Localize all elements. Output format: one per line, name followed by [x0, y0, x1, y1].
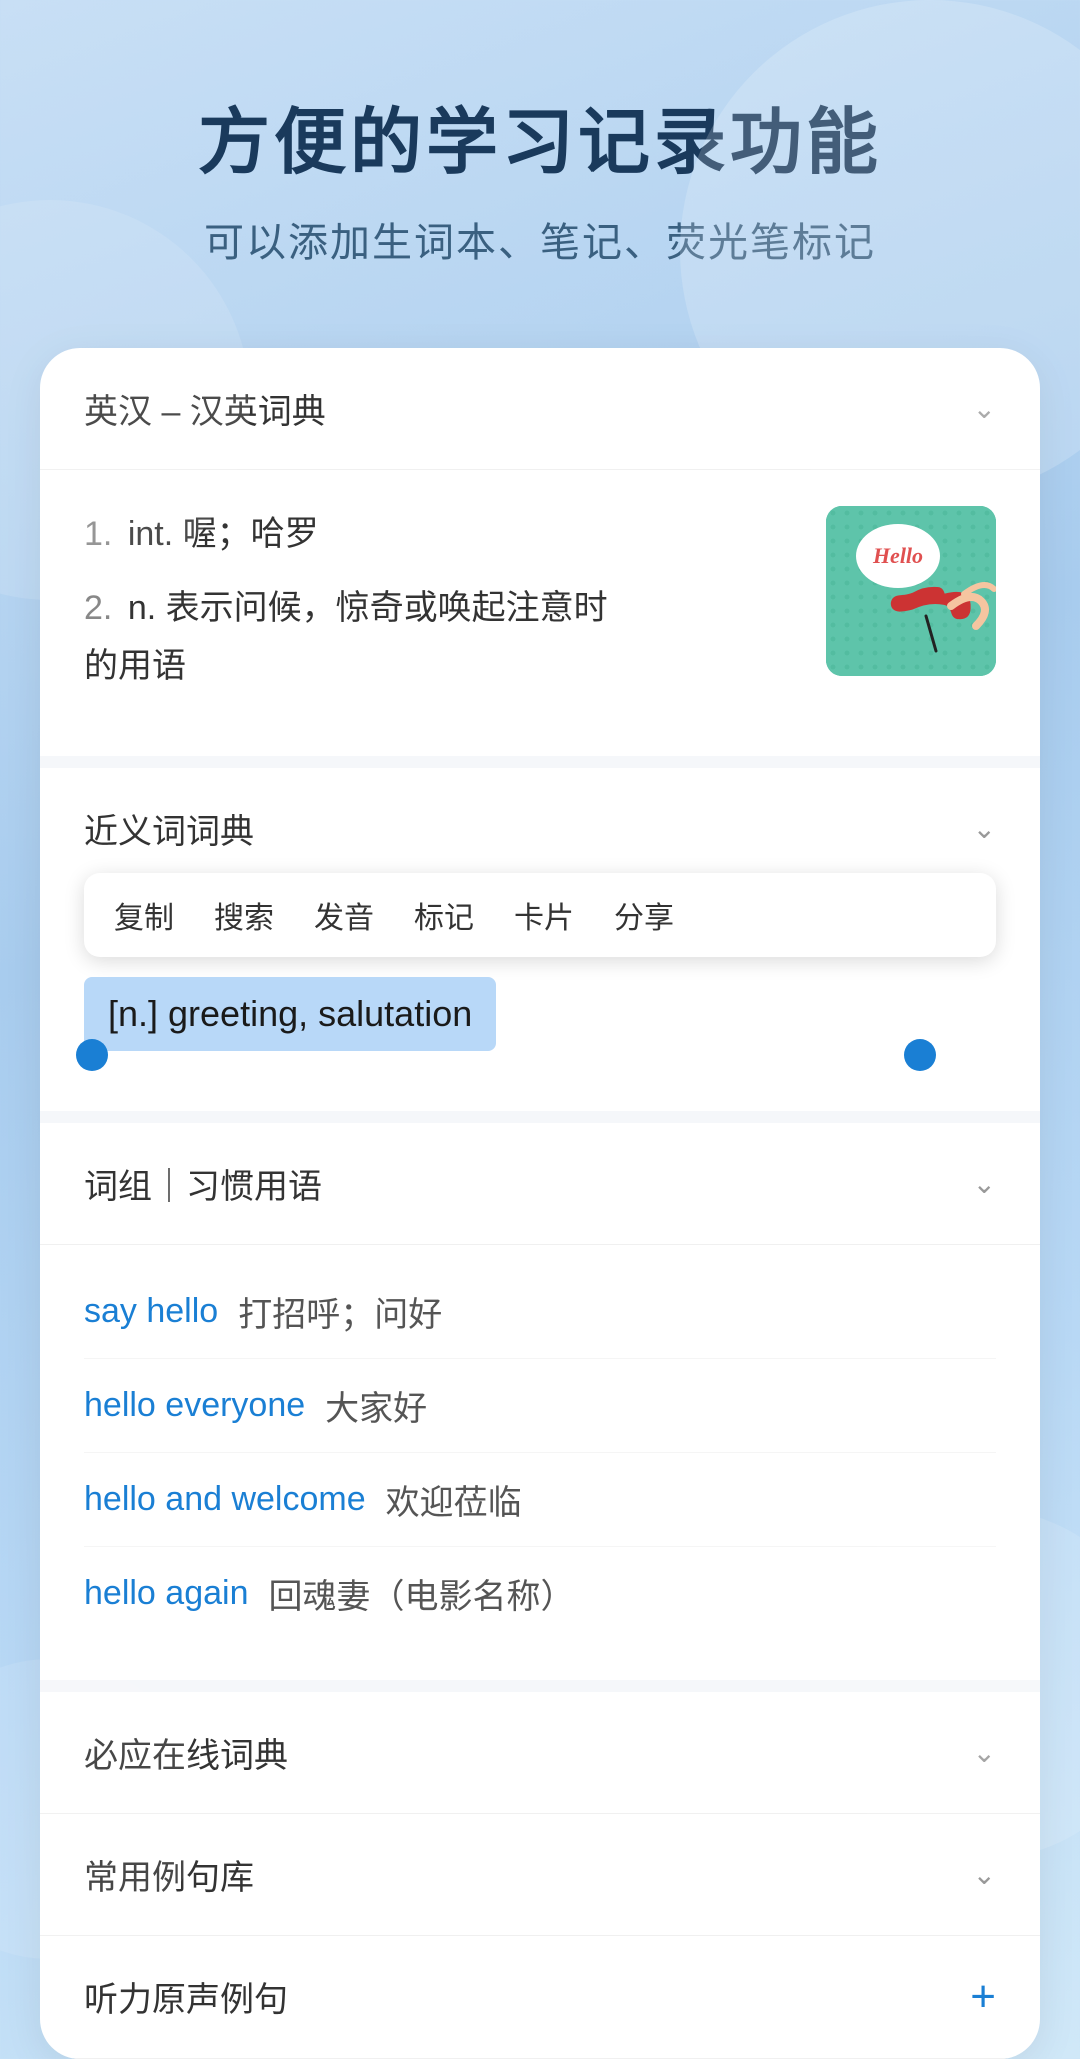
context-menu-share[interactable]: 分享	[614, 893, 674, 937]
def-num-1: 1.	[84, 515, 112, 553]
bing-dict-title: 必应在线词典	[84, 1728, 288, 1777]
selection-handle-right	[904, 1039, 936, 1071]
context-menu-search[interactable]: 搜索	[214, 893, 274, 937]
phrase-zh-1: 打招呼；问好	[238, 1287, 442, 1336]
dict-section-title: 英汉 – 汉英词典	[84, 384, 326, 433]
phrase-en-2: hello everyone	[84, 1386, 305, 1425]
phrase-zh-3: 欢迎莅临	[386, 1475, 522, 1524]
dict-def-2: 2. n. 表示问候，惊奇或唤起注意时的用语	[84, 580, 796, 696]
common-sentences-title: 常用例句库	[84, 1850, 254, 1899]
phrase-row-3[interactable]: hello and welcome 欢迎莅临	[84, 1453, 996, 1547]
synonym-chevron-up-icon: ⌄	[973, 812, 996, 845]
phrase-row-4[interactable]: hello again 回魂妻（电影名称）	[84, 1547, 996, 1640]
selected-text: [n.] greeting, salutation	[84, 977, 496, 1051]
sub-title: 可以添加生词本、笔记、荧光笔标记	[80, 210, 1000, 268]
context-menu-card[interactable]: 卡片	[514, 893, 574, 937]
svg-text:Hello: Hello	[872, 543, 923, 568]
audio-sentences-plus-icon: +	[970, 1972, 996, 2022]
dict-definitions: 1. int. 喔；哈罗 2. n. 表示问候，惊奇或唤起注意时的用语	[84, 506, 826, 711]
dict-content: 1. int. 喔；哈罗 2. n. 表示问候，惊奇或唤起注意时的用语	[40, 470, 1040, 767]
selection-area: [n.] greeting, salutation	[84, 977, 996, 1051]
hello-bg-svg: Hello	[826, 506, 996, 676]
audio-sentences-title: 听力原声例句	[84, 1972, 288, 2021]
phrase-row-2[interactable]: hello everyone 大家好	[84, 1359, 996, 1453]
phrases-section: 词组｜习惯用语 ⌄ say hello 打招呼；问好 hello everyon…	[40, 1123, 1040, 1692]
def-num-2: 2.	[84, 589, 112, 627]
phrase-en-3: hello and welcome	[84, 1480, 366, 1519]
def-pos-2: n.	[128, 589, 166, 627]
header-section: 方便的学习记录功能 可以添加生词本、笔记、荧光笔标记	[0, 0, 1080, 328]
phrases-section-title: 词组｜习惯用语	[84, 1159, 322, 1208]
bing-dict-section[interactable]: 必应在线词典 ⌄	[40, 1692, 1040, 1814]
phrase-row-1[interactable]: say hello 打招呼；问好	[84, 1265, 996, 1359]
phrases-content: say hello 打招呼；问好 hello everyone 大家好 hell…	[40, 1245, 1040, 1680]
common-sentences-section[interactable]: 常用例句库 ⌄	[40, 1814, 1040, 1936]
context-menu-mark[interactable]: 标记	[414, 893, 474, 937]
phrase-zh-2: 大家好	[325, 1381, 427, 1430]
synonym-section: 近义词词典 ⌄ 复制 搜索 发音 标记 卡片 分享 [n.] greeting,…	[40, 768, 1040, 1123]
audio-sentences-section[interactable]: 听力原声例句 +	[40, 1936, 1040, 2059]
def-pos-1: int.	[128, 515, 183, 553]
main-title: 方便的学习记录功能	[80, 100, 1000, 186]
phrase-zh-4: 回魂妻（电影名称）	[268, 1569, 574, 1618]
context-menu-pronounce[interactable]: 发音	[314, 893, 374, 937]
dict-chevron-up-icon: ⌄	[973, 392, 996, 425]
hello-telephone-image: Hello	[826, 506, 996, 676]
context-menu-copy[interactable]: 复制	[114, 893, 174, 937]
phrases-chevron-up-icon: ⌄	[973, 1167, 996, 1200]
synonym-header[interactable]: 近义词词典 ⌄	[40, 768, 1040, 853]
common-sentences-chevron-icon: ⌄	[973, 1858, 996, 1891]
selection-handle-left	[76, 1039, 108, 1071]
phrases-section-header[interactable]: 词组｜习惯用语 ⌄	[40, 1123, 1040, 1245]
phrase-en-4: hello again	[84, 1574, 248, 1613]
dict-def-1: 1. int. 喔；哈罗	[84, 506, 796, 564]
dict-section-header[interactable]: 英汉 – 汉英词典 ⌄	[40, 348, 1040, 470]
def-text-1: 喔；哈罗	[183, 515, 319, 553]
context-menu: 复制 搜索 发音 标记 卡片 分享	[84, 873, 996, 957]
phrase-en-1: say hello	[84, 1292, 218, 1331]
bing-dict-chevron-icon: ⌄	[973, 1736, 996, 1769]
main-card: 英汉 – 汉英词典 ⌄ 1. int. 喔；哈罗 2. n. 表示问候，惊奇或唤…	[40, 348, 1040, 2058]
synonym-section-title: 近义词词典	[84, 804, 254, 853]
